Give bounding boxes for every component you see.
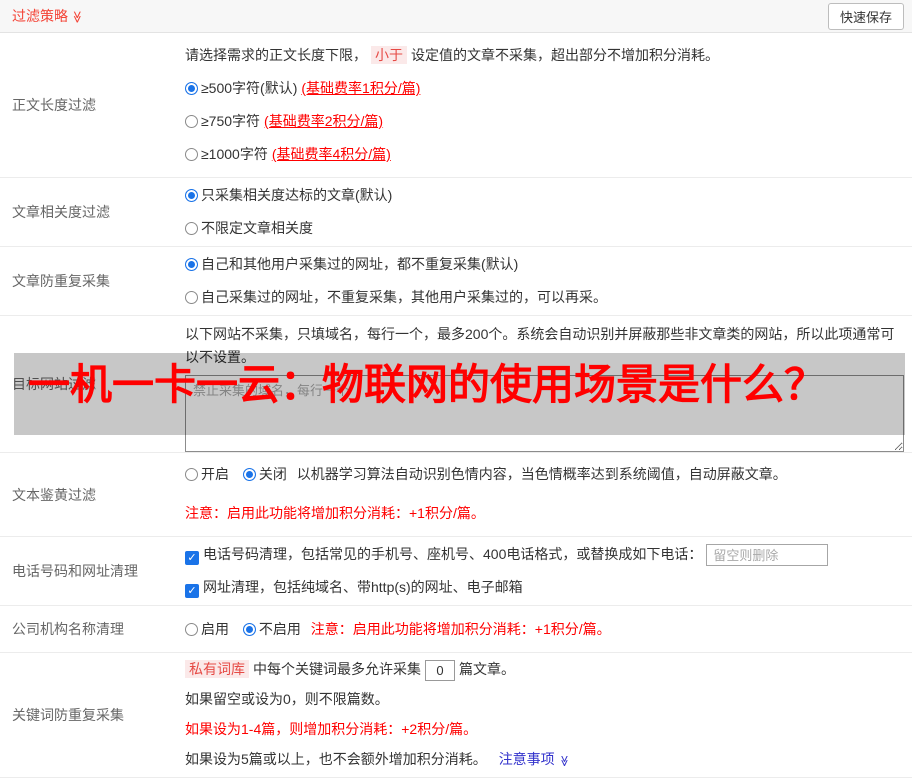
target-site-label: 目标网站过滤 [12, 376, 96, 392]
option-company-on[interactable]: 启用 [185, 621, 229, 637]
fee-note-500: (基础费率1积分/篇) [301, 80, 421, 96]
option-min-500[interactable]: ≥500字符(默认) (基础费率1积分/篇) [185, 72, 904, 105]
keyword-note-five: 如果设为5篇或以上，也不会额外增加积分消耗。 注意事项 ≫ [185, 744, 904, 776]
row-body-length-filter: 正文长度过滤 请选择需求的正文长度下限， 小于 设定值的文章不采集，超出部分不增加积… [0, 33, 912, 178]
filter-strategy-label: 过滤策略 [12, 8, 68, 24]
option-porn-off[interactable]: 关闭 [242, 466, 287, 482]
notice-chevron-down-icon: ≫ [557, 755, 570, 767]
less-than-highlight: 小于 [371, 46, 407, 64]
checkbox-phone-clean[interactable]: ✓ [185, 551, 199, 565]
row-keyword-dedup: 关键词防重复采集 私有词库中每个关键词最多允许采集篇文章。 如果留空或设为0，则… [0, 653, 912, 778]
checkbox-url-clean[interactable]: ✓ [185, 584, 199, 598]
fee-note-750: (基础费率2积分/篇) [264, 113, 384, 129]
keyword-limit-input[interactable] [425, 659, 455, 681]
body-length-hint: 请选择需求的正文长度下限， 小于 设定值的文章不采集，超出部分不增加积分消耗。 [185, 46, 719, 64]
row-porn-filter: 文本鉴黄过滤 开启 关闭 以机器学习算法自动识别色情内容，当色情概率达到系统阈值… [0, 453, 912, 537]
company-clean-options: 启用 不启用 注意：启用此功能将增加积分消耗：+1积分/篇。 [185, 613, 904, 646]
private-lexicon-link[interactable]: 私有词库 [185, 660, 249, 678]
radio-dedup-self-only[interactable] [185, 291, 198, 304]
keyword-note-zero: 如果留空或设为0，则不限篇数。 [185, 691, 389, 707]
radio-min-750[interactable] [185, 115, 198, 128]
phone-url-label: 电话号码和网址清理 [12, 563, 138, 579]
option-min-1000[interactable]: ≥1000字符 (基础费率4积分/篇) [185, 138, 904, 171]
blocked-domains-textarea[interactable] [185, 375, 904, 452]
option-url-clean[interactable]: ✓ 网址清理，包括纯域名、带http(s)的网址、电子邮箱 [185, 571, 904, 604]
porn-filter-desc: 以机器学习算法自动识别色情内容，当色情概率达到系统阈值，自动屏蔽文章。 [296, 466, 787, 482]
option-porn-on[interactable]: 开启 [185, 466, 229, 482]
row-phone-url-clean: 电话号码和网址清理 ✓ 电话号码清理，包括常见的手机号、座机号、400电话格式，或… [0, 537, 912, 606]
keyword-note-fee: 如果设为1-4篇，则增加积分消耗：+2积分/篇。 [185, 721, 478, 737]
fee-note-1000: (基础费率4积分/篇) [271, 146, 391, 162]
company-clean-label: 公司机构名称清理 [12, 621, 124, 637]
radio-dedup-all-users[interactable] [185, 258, 198, 271]
quick-save-button[interactable]: 快速保存 [827, 2, 904, 30]
radio-porn-off[interactable] [242, 468, 256, 481]
target-site-help: 以下网站不采集，只填域名，每行一个，最多200个。系统会自动识别并屏蔽那些非文章… [185, 326, 895, 365]
row-relevance-filter: 文章相关度过滤 只采集相关度达标的文章(默认) 不限定文章相关度 [0, 178, 912, 247]
radio-company-on[interactable] [185, 623, 198, 636]
body-length-label: 正文长度过滤 [12, 97, 96, 113]
radio-company-off[interactable] [242, 623, 256, 636]
filter-strategy-title[interactable]: 过滤策略 ≫ [12, 6, 84, 26]
row-dedup-filter: 文章防重复采集 自己和其他用户采集过的网址，都不重复采集(默认) 自己采集过的网… [0, 247, 912, 316]
company-clean-note: 注意：启用此功能将增加积分消耗：+1积分/篇。 [310, 621, 611, 637]
relevance-label: 文章相关度过滤 [12, 204, 110, 220]
header-bar: 过滤策略 ≫ 快速保存 [0, 0, 912, 33]
option-relevance-match[interactable]: 只采集相关度达标的文章(默认) [185, 179, 904, 212]
row-company-clean: 公司机构名称清理 启用 不启用 注意：启用此功能将增加积分消耗：+1积分/篇。 [0, 606, 912, 653]
phone-replacement-input[interactable] [706, 544, 829, 567]
radio-relevance-any[interactable] [185, 222, 198, 235]
keyword-dedup-label: 关键词防重复采集 [12, 707, 124, 723]
radio-relevance-match[interactable] [185, 189, 198, 202]
porn-filter-options: 开启 关闭 以机器学习算法自动识别色情内容，当色情概率达到系统阈值，自动屏蔽文章… [185, 458, 904, 491]
row-target-site-filter: 目标网站过滤 以下网站不采集，只填域名，每行一个，最多200个。系统会自动识别并… [0, 316, 912, 453]
option-phone-clean[interactable]: ✓ 电话号码清理，包括常见的手机号、座机号、400电话格式，或替换成如下电话： [185, 538, 904, 571]
option-dedup-all-users[interactable]: 自己和其他用户采集过的网址，都不重复采集(默认) [185, 248, 904, 281]
option-company-off[interactable]: 不启用 [242, 621, 301, 637]
radio-min-500[interactable] [185, 82, 198, 95]
radio-porn-on[interactable] [185, 468, 198, 481]
porn-filter-note: 注意：启用此功能将增加积分消耗：+1积分/篇。 [185, 505, 485, 521]
notice-link[interactable]: 注意事项 ≫ [499, 751, 570, 767]
option-min-750[interactable]: ≥750字符 (基础费率2积分/篇) [185, 105, 904, 138]
radio-min-1000[interactable] [185, 148, 198, 161]
option-relevance-any[interactable]: 不限定文章相关度 [185, 212, 904, 245]
option-dedup-self-only[interactable]: 自己采集过的网址，不重复采集，其他用户采集过的，可以再采。 [185, 281, 904, 314]
keyword-limit-line: 私有词库中每个关键词最多允许采集篇文章。 [185, 654, 904, 684]
double-chevron-down-icon: ≫ [70, 10, 85, 24]
dedup-label: 文章防重复采集 [12, 273, 110, 289]
porn-filter-label: 文本鉴黄过滤 [12, 486, 96, 503]
